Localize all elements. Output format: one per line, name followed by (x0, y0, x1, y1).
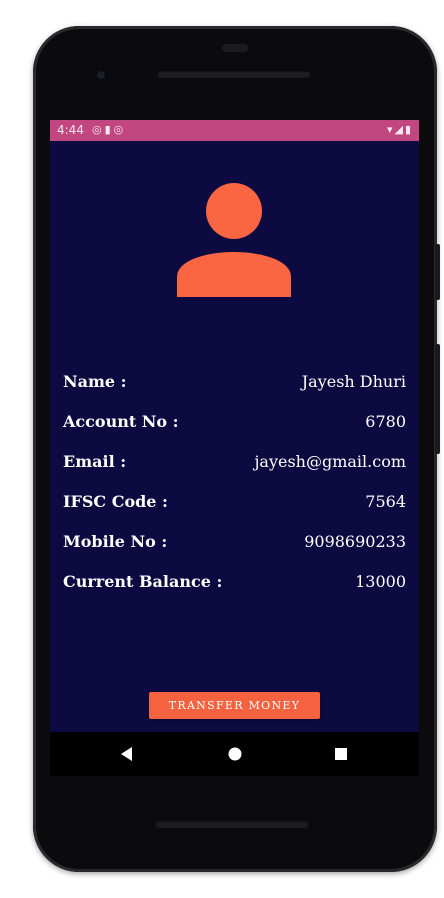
status-icons-right: ▾◢▮ (387, 123, 413, 136)
avatar-body (177, 252, 291, 297)
balance-label: Current Balance : (63, 572, 223, 591)
name-label: Name : (63, 372, 127, 391)
detail-row-name: Name : Jayesh Dhuri (63, 372, 406, 396)
app-screen: 4:44 ◎▮◎ ▾◢▮ Name : Jayesh Dhuri Account… (50, 120, 419, 732)
detail-row-ifsc: IFSC Code : 7564 (63, 492, 406, 516)
mobile-value: 9098690233 (304, 532, 406, 551)
navigation-bar (50, 732, 419, 776)
account-value: 6780 (365, 412, 406, 431)
detail-row-mobile: Mobile No : 9098690233 (63, 532, 406, 556)
power-button (435, 244, 440, 300)
home-circle-icon[interactable] (227, 746, 243, 762)
detail-row-balance: Current Balance : 13000 (63, 572, 406, 596)
person-icon (177, 183, 291, 297)
detail-row-email: Email : jayesh@gmail.com (63, 452, 406, 476)
account-label: Account No : (63, 412, 179, 431)
status-time: 4:44 (57, 123, 84, 137)
signal-icon: ◢ (394, 123, 405, 136)
back-triangle-icon[interactable] (119, 746, 135, 762)
email-value: jayesh@gmail.com (254, 452, 406, 471)
transfer-money-button[interactable]: TRANSFER MONEY (149, 692, 320, 719)
balance-value: 13000 (355, 572, 406, 591)
ifsc-value: 7564 (365, 492, 406, 511)
email-label: Email : (63, 452, 127, 471)
volume-button (435, 344, 440, 454)
earpiece (222, 44, 248, 52)
recents-square-icon[interactable] (333, 746, 349, 762)
status-bar: 4:44 ◎▮◎ ▾◢▮ (50, 120, 419, 141)
sd-card-icon: ▮ (104, 123, 114, 136)
front-camera (95, 69, 107, 81)
status-icons-left: ◎▮◎ (92, 123, 126, 136)
sync-icon: ◎ (92, 123, 105, 136)
avatar-head (206, 183, 262, 239)
ifsc-label: IFSC Code : (63, 492, 168, 511)
battery-icon: ▮ (404, 123, 413, 136)
detail-row-account: Account No : 6780 (63, 412, 406, 436)
sync-icon: ◎ (113, 123, 127, 136)
mobile-label: Mobile No : (63, 532, 168, 551)
name-value: Jayesh Dhuri (301, 372, 406, 391)
top-speaker (157, 70, 311, 78)
bottom-speaker (155, 820, 309, 828)
